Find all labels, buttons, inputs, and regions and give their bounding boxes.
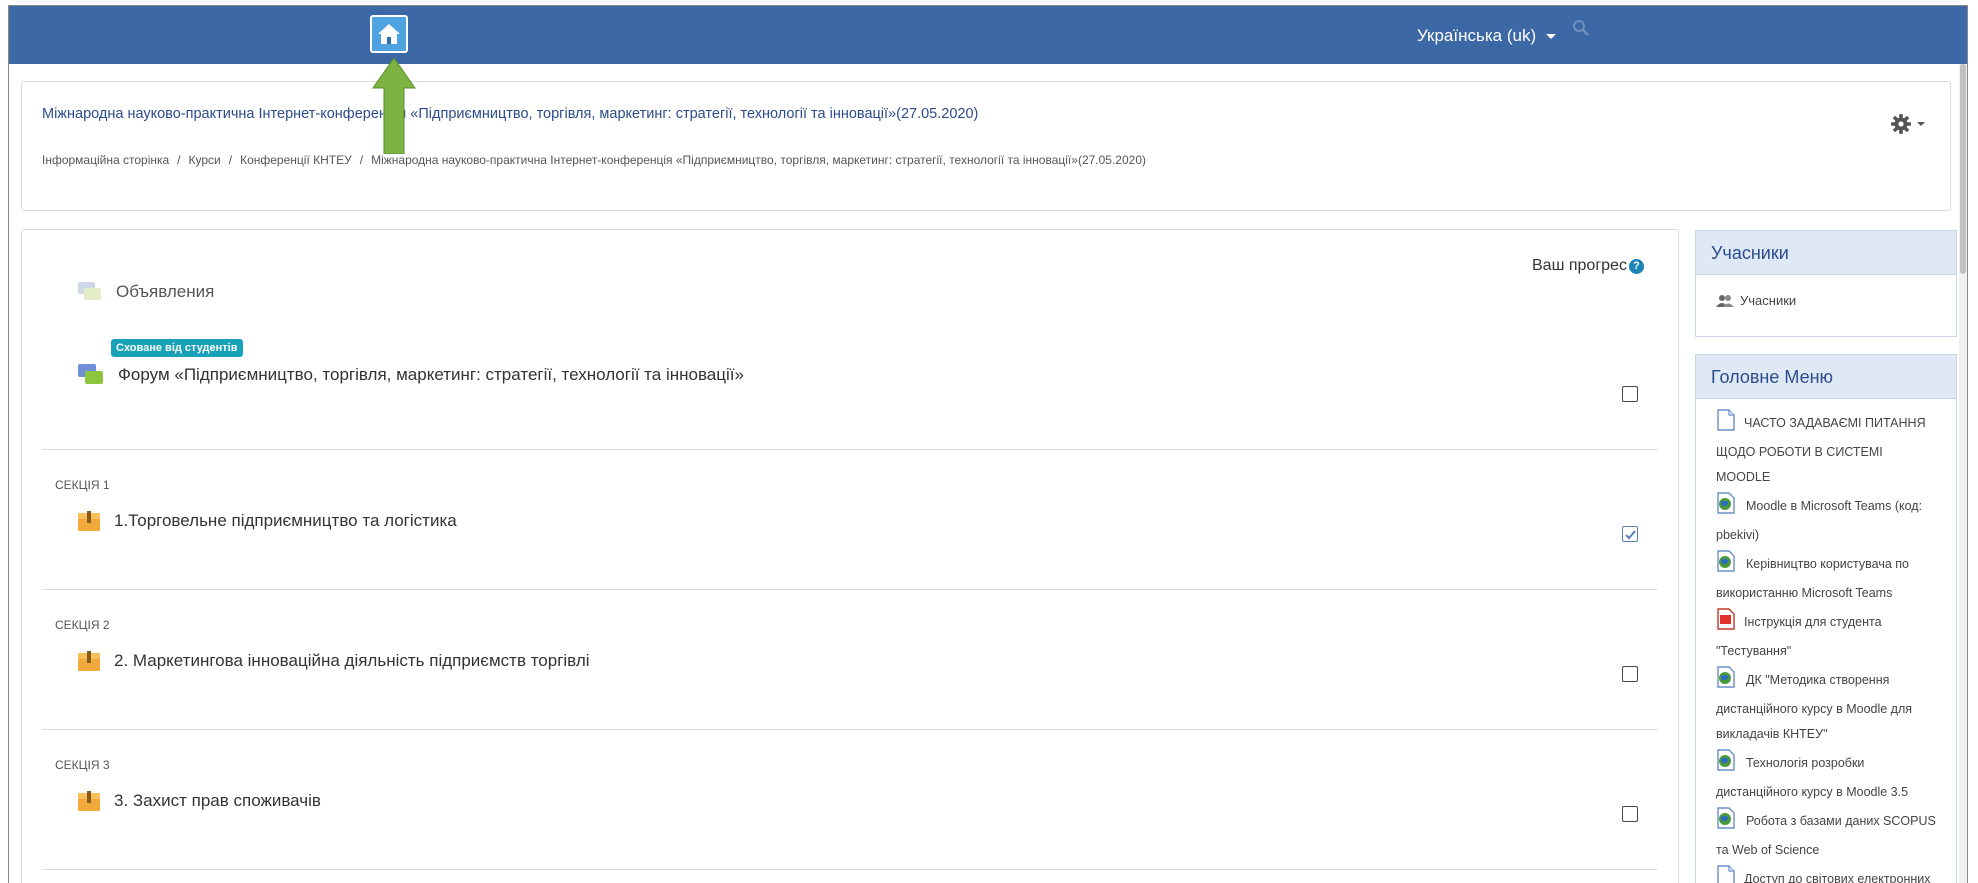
- language-label: Українська (uk): [1417, 26, 1537, 45]
- box-icon: [78, 791, 100, 811]
- section-2-link[interactable]: 2. Маркетингова інноваційна діяльність п…: [114, 651, 590, 671]
- progress-indicator: Ваш прогрес ?: [1532, 257, 1644, 275]
- language-menu[interactable]: Українська (uk): [1417, 26, 1557, 46]
- breadcrumb-item-courses[interactable]: Курси: [189, 153, 221, 167]
- page-title: Міжнародна науково-практична Інтернет-ко…: [42, 106, 979, 122]
- section-divider: [42, 869, 1658, 870]
- forum-activity[interactable]: Форум «Підприємництво, торгівля, маркети…: [77, 362, 744, 388]
- section-1-link[interactable]: 1.Торговельне підприємництво та логістик…: [114, 511, 457, 531]
- course-settings-menu[interactable]: [1890, 112, 1926, 136]
- section-divider: [42, 449, 1658, 450]
- url-globe-icon: [1716, 749, 1738, 780]
- main-menu-item[interactable]: Доступ до світових електронних ресурсів: [1716, 865, 1936, 883]
- participants-link[interactable]: Учасники: [1740, 293, 1796, 308]
- gear-icon: [1891, 114, 1911, 134]
- box-icon: [78, 511, 100, 531]
- home-icon: [378, 24, 400, 44]
- announcements-activity[interactable]: Объявления: [77, 280, 214, 304]
- green-arrow-icon: [372, 58, 416, 154]
- section-divider: [42, 729, 1658, 730]
- course-content: Ваш прогрес ? Объявления Сховане від сту…: [21, 229, 1679, 883]
- main-menu-item-label[interactable]: Керівництво користувача по використанню …: [1716, 557, 1909, 600]
- chevron-down-icon: [1917, 122, 1925, 126]
- url-globe-icon: [1716, 492, 1738, 523]
- main-menu-item[interactable]: Технологія розробки дистанційного курсу …: [1716, 749, 1936, 805]
- main-menu-item[interactable]: Інструкція для студента "Тестування": [1716, 608, 1936, 664]
- completion-checkbox[interactable]: [1622, 806, 1638, 822]
- completion-checkbox[interactable]: [1622, 386, 1638, 402]
- section-3-activity[interactable]: 3. Захист прав споживачів: [77, 790, 321, 812]
- forum-icon: [78, 282, 101, 300]
- forum-icon: [78, 364, 103, 384]
- announcements-link[interactable]: Объявления: [116, 282, 214, 302]
- users-icon: [1716, 294, 1734, 307]
- completion-checkbox[interactable]: [1622, 666, 1638, 682]
- main-menu-item[interactable]: Moodle в Microsoft Teams (код: pbekivi): [1716, 492, 1936, 548]
- browser-frame: Українська (uk) Міжнародна науково-практ…: [8, 5, 1968, 883]
- vertical-scrollbar[interactable]: [1959, 64, 1967, 883]
- home-button[interactable]: [370, 15, 408, 53]
- completion-checkbox-checked[interactable]: [1622, 526, 1638, 542]
- main-menu-block: Головне Меню ЧАСТО ЗАДАВАЄМІ ПИТАННЯ ЩОД…: [1695, 354, 1957, 883]
- main-menu-item-label[interactable]: Робота з базами даних SCOPUS та Web of S…: [1716, 814, 1936, 857]
- section-label: Секція 3: [55, 758, 110, 772]
- main-menu-item[interactable]: Керівництво користувача по використанню …: [1716, 550, 1936, 606]
- section-label: Секція 1: [55, 478, 110, 492]
- breadcrumb-separator: /: [177, 153, 181, 167]
- main-menu-item[interactable]: Робота з базами даних SCOPUS та Web of S…: [1716, 807, 1936, 863]
- pdf-icon: [1716, 608, 1736, 639]
- main-menu-block-title: Головне Меню: [1696, 355, 1956, 399]
- breadcrumb-separator: /: [228, 153, 233, 167]
- progress-label: Ваш прогрес: [1532, 257, 1627, 274]
- file-icon: [1716, 865, 1736, 883]
- section-divider: [42, 589, 1658, 590]
- url-globe-icon: [1716, 807, 1738, 838]
- hidden-from-students-badge: Сховане від студентів: [111, 339, 243, 357]
- main-menu-list: ЧАСТО ЗАДАВАЄМІ ПИТАННЯ ЩОДО РОБОТИ В СИ…: [1696, 399, 1956, 883]
- scrollbar-thumb[interactable]: [1960, 64, 1966, 274]
- main-menu-item-label[interactable]: ЧАСТО ЗАДАВАЄМІ ПИТАННЯ ЩОДО РОБОТИ В СИ…: [1716, 416, 1926, 484]
- url-globe-icon: [1716, 666, 1738, 697]
- main-menu-item-label[interactable]: Технологія розробки дистанційного курсу …: [1716, 756, 1908, 799]
- help-icon[interactable]: ?: [1628, 258, 1644, 274]
- main-menu-item[interactable]: ДК "Методика створення дистанційного кур…: [1716, 666, 1936, 747]
- main-menu-item-label[interactable]: Moodle в Microsoft Teams (код: pbekivi): [1716, 499, 1922, 542]
- search-icon[interactable]: [1572, 19, 1590, 37]
- main-menu-item-label[interactable]: Інструкція для студента "Тестування": [1716, 615, 1882, 658]
- section-2-activity[interactable]: 2. Маркетингова інноваційна діяльність п…: [77, 650, 590, 672]
- breadcrumb-item-course[interactable]: Міжнародна науково-практична Інтернет-ко…: [371, 153, 1146, 167]
- box-icon: [78, 651, 100, 671]
- participants-block: Учасники Учасники: [1695, 230, 1957, 337]
- main-menu-item-label[interactable]: ДК "Методика створення дистанційного кур…: [1716, 673, 1912, 741]
- participants-link-row[interactable]: Учасники: [1696, 275, 1956, 326]
- url-globe-icon: [1716, 550, 1738, 581]
- file-icon: [1716, 409, 1736, 440]
- chevron-down-icon: [1546, 33, 1557, 39]
- checkmark-icon: [1624, 529, 1636, 539]
- participants-block-title: Учасники: [1696, 231, 1956, 275]
- page-header: Міжнародна науково-практична Інтернет-ко…: [21, 81, 1951, 211]
- section-1-activity[interactable]: 1.Торговельне підприємництво та логістик…: [77, 510, 457, 532]
- breadcrumb: Інформаційна сторінка / Курси / Конферен…: [42, 153, 1146, 167]
- forum-link[interactable]: Форум «Підприємництво, торгівля, маркети…: [118, 365, 744, 385]
- main-menu-item-label[interactable]: Доступ до світових електронних ресурсів: [1716, 872, 1931, 883]
- main-menu-item[interactable]: ЧАСТО ЗАДАВАЄМІ ПИТАННЯ ЩОДО РОБОТИ В СИ…: [1716, 409, 1936, 490]
- breadcrumb-item-home[interactable]: Інформаційна сторінка: [42, 153, 169, 167]
- section-label: Секція 2: [55, 618, 110, 632]
- top-navbar: Українська (uk): [9, 6, 1967, 64]
- breadcrumb-item-category[interactable]: Конференції КНТЕУ: [240, 153, 352, 167]
- breadcrumb-separator: /: [359, 153, 364, 167]
- section-3-link[interactable]: 3. Захист прав споживачів: [114, 791, 321, 811]
